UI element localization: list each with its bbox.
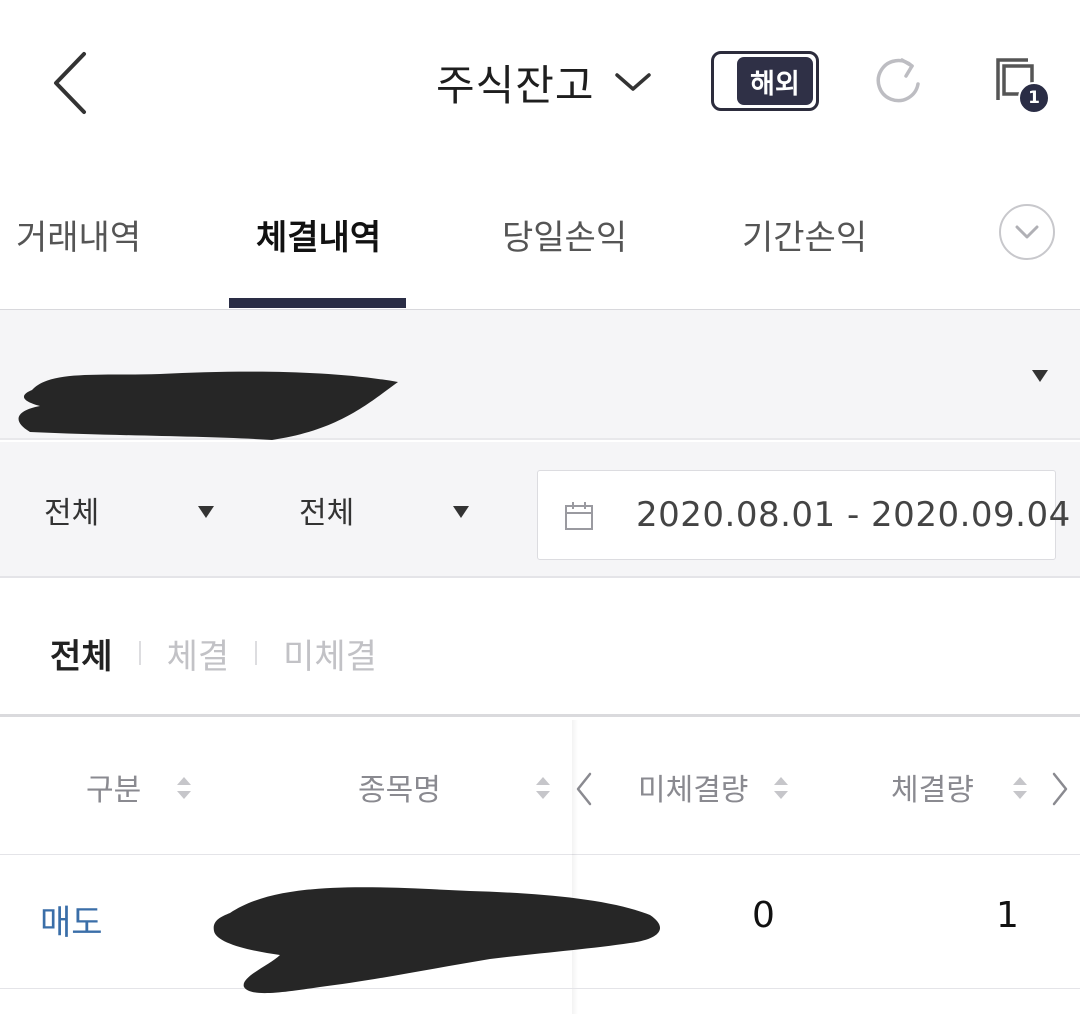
overseas-toggle[interactable]: 해외 (711, 51, 819, 111)
windows-count-badge: 1 (1018, 82, 1050, 114)
toggle-label: 해외 (737, 57, 813, 105)
chevron-right-icon[interactable] (1050, 771, 1070, 807)
refresh-icon (876, 58, 920, 103)
back-button[interactable] (44, 48, 104, 118)
back-icon (54, 52, 86, 114)
chevron-down-icon (1015, 225, 1039, 239)
segment-separator (138, 641, 141, 665)
chevron-down-icon (614, 73, 651, 91)
windows-button[interactable]: 1 (990, 52, 1056, 118)
column-header-unfilled-qty[interactable]: 미체결량 (638, 765, 748, 809)
column-header-filled-qty[interactable]: 체결량 (891, 765, 974, 809)
column-header-name[interactable]: 종목명 (358, 765, 441, 809)
account-selector[interactable] (0, 310, 1080, 440)
tab-execution-history[interactable]: 체결내역 (256, 210, 381, 259)
tab-more-button[interactable] (999, 204, 1055, 260)
redacted-stock-name (213, 887, 661, 994)
table-header: 구분 종목명 미체결량 체결량 (0, 717, 1080, 855)
tab-daily-pnl[interactable]: 당일손익 (502, 210, 627, 259)
tab-trade-history[interactable]: 거래내역 (16, 210, 141, 259)
refresh-button[interactable] (870, 52, 928, 112)
tab-bar: 거래내역 체결내역 당일손익 기간손익 (0, 180, 1080, 310)
sort-icon[interactable] (176, 773, 192, 803)
date-range-text: 2020.08.01 - 2020.09.04 (636, 495, 1071, 535)
active-tab-indicator (229, 298, 406, 308)
date-range-picker[interactable]: 2020.08.01 - 2020.09.04 (537, 470, 1070, 560)
trade-type-cell: 매도 (40, 903, 103, 943)
page-title: 주식잔고 (436, 60, 595, 110)
title-dropdown[interactable]: 주식잔고 (436, 52, 653, 112)
caret-down-icon (198, 506, 214, 518)
filter-row: 전체 전체 2020.08.01 - 2020.09.04 (0, 442, 1080, 578)
caret-down-icon (453, 506, 469, 518)
filled-qty-cell: 1 (996, 895, 1019, 936)
app-header: 주식잔고 해외 1 (0, 0, 1080, 160)
filter-select-2-value: 전체 (299, 496, 355, 531)
column-header-type[interactable]: 구분 (86, 765, 141, 809)
caret-down-icon (1032, 370, 1048, 382)
filter-select-1-value: 전체 (44, 496, 100, 531)
sort-icon[interactable] (773, 773, 789, 803)
status-segments: 전체 체결 미체결 (50, 628, 377, 678)
unfilled-qty-cell: 0 (752, 895, 775, 936)
segment-all[interactable]: 전체 (50, 629, 113, 678)
filter-select-2[interactable]: 전체 (299, 482, 469, 538)
tab-period-pnl[interactable]: 기간손익 (742, 210, 867, 259)
sort-icon[interactable] (1012, 773, 1028, 803)
segment-unfilled[interactable]: 미체결 (283, 629, 377, 678)
segment-filled[interactable]: 체결 (167, 629, 230, 678)
filter-select-1[interactable]: 전체 (44, 482, 214, 538)
sort-icon[interactable] (535, 773, 551, 803)
redacted-account (18, 371, 398, 440)
calendar-icon (565, 502, 593, 530)
segment-separator (255, 641, 258, 665)
table-row[interactable]: 매도 0 1 (0, 855, 1080, 994)
